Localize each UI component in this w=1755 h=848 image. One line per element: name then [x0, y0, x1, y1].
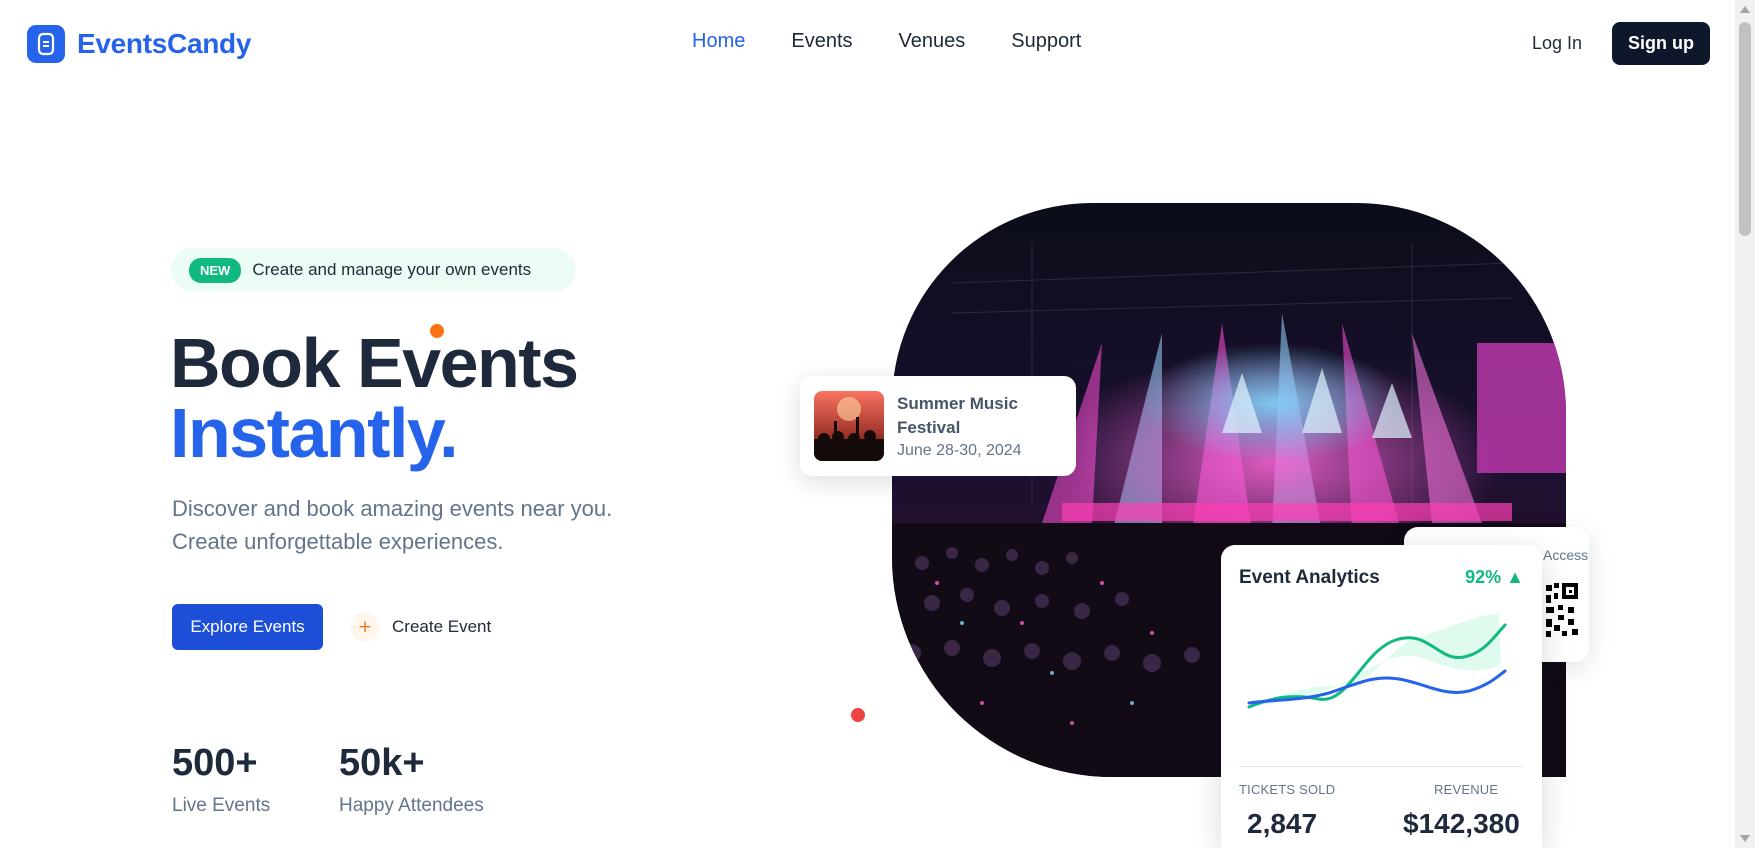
nav-link-venues[interactable]: Venues: [899, 30, 966, 53]
event-thumbnail: [814, 391, 884, 461]
nav-link-events[interactable]: Events: [791, 30, 852, 53]
top-navbar: EventsCandy Home Events Venues Support L…: [0, 0, 1735, 90]
stat-label: Happy Attendees: [339, 795, 484, 816]
subtitle-line-1: Discover and book amazing events near yo…: [172, 496, 613, 521]
analytics-divider: [1239, 766, 1524, 767]
event-title: Summer Music Festival: [897, 394, 1018, 437]
page-scrollbar[interactable]: [1735, 0, 1755, 848]
revenue-value: $142,380: [1403, 808, 1520, 839]
analytics-title: Event Analytics: [1239, 567, 1380, 588]
revenue-label: REVENUE: [1434, 782, 1499, 797]
analytics-change-badge: 92% ▲: [1465, 567, 1524, 587]
analytics-line-chart: [1247, 613, 1507, 709]
tickets-sold-label: TICKETS SOLD: [1239, 782, 1336, 797]
create-event-label: Create Event: [392, 617, 492, 636]
ticket-icon: [27, 25, 65, 63]
featured-event-card[interactable]: Summer Music Festival June 28-30, 2024: [800, 376, 1076, 476]
brand-logo[interactable]: EventsCandy: [27, 25, 251, 63]
access-label: Access: [1543, 547, 1589, 563]
badge-text: Create and manage your own events: [252, 260, 532, 279]
qr-code-icon: [1544, 581, 1580, 639]
main-menu: Home Events Venues Support: [692, 30, 1081, 53]
scroll-up-arrow-icon[interactable]: [1740, 6, 1750, 13]
tickets-sold-value: 2,847: [1247, 808, 1318, 839]
new-pill: NEW: [189, 257, 242, 283]
event-date: June 28-30, 2024: [897, 442, 1022, 459]
stat-label: Live Events: [172, 795, 271, 816]
stat-value: 500+: [172, 742, 258, 784]
headline-line-2: Instantly.: [170, 394, 459, 472]
plus-icon: +: [350, 612, 380, 642]
stat-value: 50k+: [339, 742, 425, 784]
scroll-down-arrow-icon[interactable]: [1740, 835, 1750, 842]
brand-name: EventsCandy: [77, 28, 252, 59]
new-feature-badge: NEW Create and manage your own events: [171, 248, 576, 292]
event-analytics-card: Event Analytics 92% ▲ TICKETS SOLD REVEN…: [1221, 545, 1542, 848]
scrollbar-thumb[interactable]: [1739, 22, 1751, 236]
subtitle-line-2: Create unforgettable experiences.: [172, 529, 504, 554]
hero-subtitle: Discover and book amazing events near yo…: [172, 492, 692, 558]
stat-live-events: 500+ Live Events: [172, 742, 270, 817]
explore-events-button[interactable]: Explore Events: [172, 604, 323, 650]
stat-happy-attendees: 50k+ Happy Attendees: [339, 742, 484, 817]
decorative-dot-red: [851, 708, 865, 722]
nav-link-support[interactable]: Support: [1011, 30, 1081, 53]
signup-button[interactable]: Sign up: [1612, 22, 1710, 65]
login-link[interactable]: Log In: [1532, 33, 1582, 54]
nav-link-home[interactable]: Home: [692, 30, 745, 53]
analytics-series-blue: [1247, 669, 1507, 705]
create-event-button[interactable]: + Create Event: [350, 612, 491, 642]
